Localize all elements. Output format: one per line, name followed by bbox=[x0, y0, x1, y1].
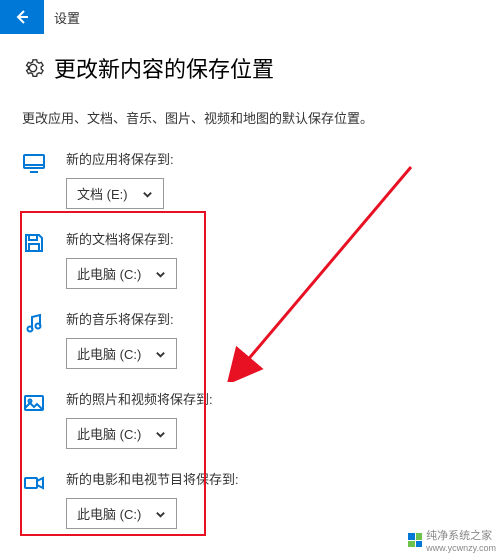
save-icon bbox=[22, 231, 50, 260]
apps-label: 新的应用将保存到: bbox=[66, 149, 478, 168]
back-button[interactable] bbox=[0, 0, 44, 34]
watermark-text: 纯净系统之家 bbox=[426, 527, 496, 543]
logo-icon bbox=[408, 533, 422, 547]
movies-label: 新的电影和电视节目将保存到: bbox=[66, 469, 478, 488]
chevron-down-icon bbox=[155, 268, 166, 279]
picture-icon bbox=[22, 391, 50, 420]
apps-dropdown-value: 文档 (E:) bbox=[77, 184, 128, 203]
setting-row-apps: 新的应用将保存到: 文档 (E:) bbox=[22, 149, 478, 209]
setting-row-documents: 新的文档将保存到: 此电脑 (C:) bbox=[22, 229, 478, 289]
setting-row-photos: 新的照片和视频将保存到: 此电脑 (C:) bbox=[22, 389, 478, 449]
title-bar: 设置 bbox=[0, 0, 500, 34]
window-title: 设置 bbox=[44, 8, 80, 27]
documents-dropdown-value: 此电脑 (C:) bbox=[77, 264, 141, 283]
documents-dropdown[interactable]: 此电脑 (C:) bbox=[66, 258, 177, 289]
movies-dropdown-value: 此电脑 (C:) bbox=[77, 504, 141, 523]
setting-row-movies: 新的电影和电视节目将保存到: 此电脑 (C:) bbox=[22, 469, 478, 529]
music-dropdown-value: 此电脑 (C:) bbox=[77, 344, 141, 363]
chevron-down-icon bbox=[142, 188, 153, 199]
apps-dropdown[interactable]: 文档 (E:) bbox=[66, 178, 164, 209]
gear-icon bbox=[22, 57, 44, 79]
page-content: 更改新内容的保存位置 更改应用、文档、音乐、图片、视频和地图的默认保存位置。 新… bbox=[0, 34, 500, 529]
music-dropdown[interactable]: 此电脑 (C:) bbox=[66, 338, 177, 369]
photos-label: 新的照片和视频将保存到: bbox=[66, 389, 478, 408]
arrow-left-icon bbox=[14, 9, 30, 25]
watermark: 纯净系统之家 www.ycwnzy.com bbox=[408, 527, 496, 553]
page-heading: 更改新内容的保存位置 bbox=[54, 52, 274, 84]
monitor-icon bbox=[22, 151, 50, 180]
video-camera-icon bbox=[22, 471, 50, 500]
watermark-url: www.ycwnzy.com bbox=[426, 543, 496, 553]
chevron-down-icon bbox=[155, 428, 166, 439]
page-subtitle: 更改应用、文档、音乐、图片、视频和地图的默认保存位置。 bbox=[22, 108, 478, 127]
music-note-icon bbox=[22, 311, 50, 340]
chevron-down-icon bbox=[155, 348, 166, 359]
photos-dropdown-value: 此电脑 (C:) bbox=[77, 424, 141, 443]
movies-dropdown[interactable]: 此电脑 (C:) bbox=[66, 498, 177, 529]
chevron-down-icon bbox=[155, 508, 166, 519]
setting-row-music: 新的音乐将保存到: 此电脑 (C:) bbox=[22, 309, 478, 369]
music-label: 新的音乐将保存到: bbox=[66, 309, 478, 328]
photos-dropdown[interactable]: 此电脑 (C:) bbox=[66, 418, 177, 449]
documents-label: 新的文档将保存到: bbox=[66, 229, 478, 248]
